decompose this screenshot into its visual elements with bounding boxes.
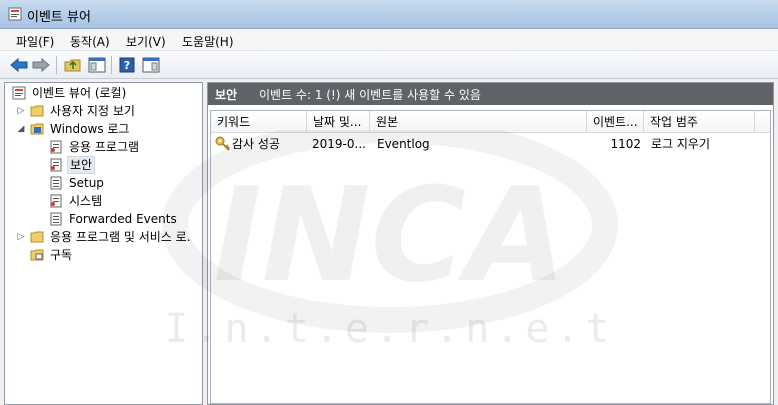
console-tree-icon xyxy=(88,57,106,73)
toolbar-separator xyxy=(111,56,112,74)
tree-label: 구독 xyxy=(50,248,73,262)
table-row[interactable]: 감사 성공 2019-0... Eventlog 1102 로그 지우기 xyxy=(211,111,770,161)
tree-label: 보안 xyxy=(67,156,96,174)
expand-arrow-icon[interactable]: ▷ xyxy=(16,228,26,246)
expand-arrow-icon[interactable]: ▷ xyxy=(16,102,26,120)
show-hide-tree-button[interactable] xyxy=(87,55,107,75)
menu-view[interactable]: 보기(V) xyxy=(126,33,166,50)
folder-open-icon xyxy=(30,123,44,135)
tree-item-system[interactable]: 시스템 xyxy=(5,192,202,210)
tree-item-security[interactable]: 보안 xyxy=(5,156,202,174)
title-bar: 이벤트 뷰어 xyxy=(0,0,778,29)
cell-keyword: 감사 성공 xyxy=(232,137,280,151)
console-tree: 이벤트 뷰어 (로컬) ▷ 사용자 지정 보기 ◢ Windows 로그 응용 … xyxy=(4,82,203,405)
event-count-info: 이벤트 수: 1 (!) 새 이벤트를 사용할 수 있음 xyxy=(259,88,481,102)
folder-icon xyxy=(30,231,44,243)
action-pane-icon xyxy=(142,57,160,73)
cell-category: 로그 지우기 xyxy=(651,137,711,151)
menu-action[interactable]: 동작(A) xyxy=(70,33,110,50)
toolbar-separator xyxy=(56,56,57,74)
log-icon xyxy=(50,212,62,226)
collapse-arrow-icon[interactable]: ◢ xyxy=(16,120,26,138)
tree-label: 이벤트 뷰어 (로컬) xyxy=(32,86,127,100)
menu-file[interactable]: 파일(F) xyxy=(16,33,54,50)
tree-item-setup[interactable]: Setup xyxy=(5,174,202,192)
back-button[interactable] xyxy=(9,55,29,75)
tree-item-forwarded-events[interactable]: Forwarded Events xyxy=(5,210,202,228)
tree-label: Forwarded Events xyxy=(69,212,177,226)
menu-bar: 파일(F) 동작(A) 보기(V) 도움말(H) xyxy=(0,29,778,51)
forward-button[interactable] xyxy=(31,55,51,75)
event-viewer-icon xyxy=(12,86,26,100)
up-folder-button[interactable] xyxy=(63,55,83,75)
log-icon xyxy=(50,194,62,208)
forward-arrow-icon xyxy=(32,58,50,72)
log-icon xyxy=(50,158,62,172)
tree-item-custom-views[interactable]: ▷ 사용자 지정 보기 xyxy=(5,102,202,120)
cell-source: Eventlog xyxy=(377,137,430,151)
tree-item-windows-logs[interactable]: ◢ Windows 로그 xyxy=(5,120,202,138)
subscription-icon xyxy=(30,249,44,261)
tree-label: 시스템 xyxy=(69,194,103,208)
tree-label: 응용 프로그램 xyxy=(69,140,140,154)
svg-text:?: ? xyxy=(124,59,130,72)
toolbar: ? xyxy=(0,51,778,79)
cell-date: 2019-0... xyxy=(312,137,366,151)
help-button[interactable]: ? xyxy=(117,55,137,75)
folder-up-icon xyxy=(64,59,81,72)
tree-item-apps-services[interactable]: ▷ 응용 프로그램 및 서비스 로. xyxy=(5,228,202,246)
window-title: 이벤트 뷰어 xyxy=(27,10,91,25)
tree-label: 응용 프로그램 및 서비스 로. xyxy=(50,230,191,244)
log-title: 보안 xyxy=(215,88,238,102)
log-icon xyxy=(50,176,62,190)
tree-label: Windows 로그 xyxy=(50,122,130,136)
help-icon: ? xyxy=(119,57,135,73)
tree-item-application[interactable]: 응용 프로그램 xyxy=(5,138,202,156)
log-icon xyxy=(50,140,62,154)
events-table: 키워드 날짜 및... 원본 이벤트... 작업 범주 감사 성공 2019-0… xyxy=(210,110,771,404)
events-pane: 보안 이벤트 수: 1 (!) 새 이벤트를 사용할 수 있음 키워드 날짜 및… xyxy=(207,82,774,405)
tree-item-root[interactable]: 이벤트 뷰어 (로컬) xyxy=(5,84,202,102)
key-icon xyxy=(215,136,230,151)
log-header: 보안 이벤트 수: 1 (!) 새 이벤트를 사용할 수 있음 xyxy=(208,83,773,105)
folder-icon xyxy=(30,105,44,117)
event-viewer-icon xyxy=(8,7,22,21)
menu-help[interactable]: 도움말(H) xyxy=(182,33,234,50)
tree-label: 사용자 지정 보기 xyxy=(50,104,135,118)
back-arrow-icon xyxy=(10,58,28,72)
tree-item-subscriptions[interactable]: 구독 xyxy=(5,246,202,264)
tree-label: Setup xyxy=(69,176,104,190)
cell-event-id: 1102 xyxy=(610,137,641,151)
show-hide-action-pane-button[interactable] xyxy=(141,55,161,75)
